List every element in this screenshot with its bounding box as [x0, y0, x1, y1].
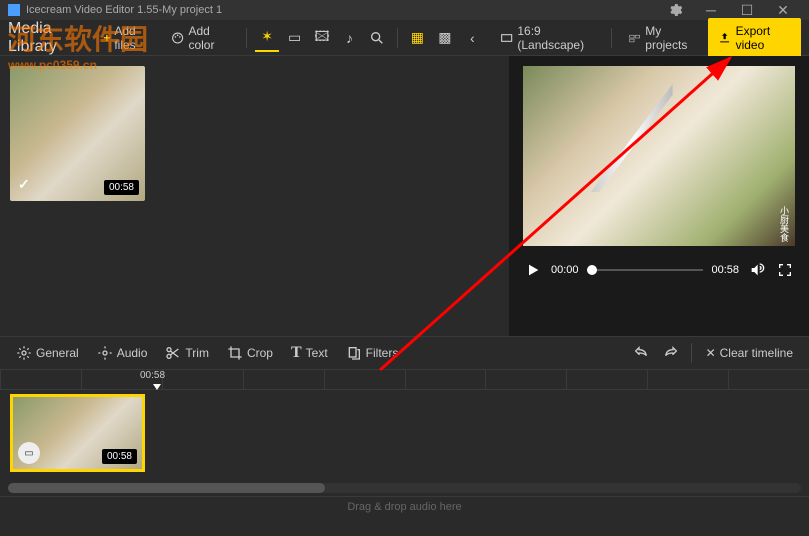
- player-controls: 00:00 00:58: [523, 260, 795, 280]
- text-icon: T: [291, 344, 302, 362]
- top-toolbar: Media Library +Add files Add color ✶ ▭ 🖾…: [0, 20, 809, 56]
- audio-icon: [97, 345, 113, 361]
- close-icon: ✕: [706, 346, 716, 360]
- add-color-button[interactable]: Add color: [163, 20, 238, 56]
- app-icon: [8, 4, 20, 16]
- general-button[interactable]: General: [8, 341, 87, 365]
- app-title: Icecream Video Editor 1.55: [26, 4, 158, 16]
- timeline: 00:58 ▭ 00:58 Drag & drop audio here: [0, 370, 809, 526]
- total-time: 00:58: [711, 264, 739, 276]
- timeline-ruler[interactable]: 00:58: [0, 370, 809, 390]
- library-clip-thumbnail[interactable]: ✓ 00:58: [10, 66, 145, 201]
- filter-video-icon[interactable]: ▭: [283, 24, 306, 52]
- project-name: My project 1: [162, 4, 222, 16]
- main-area: ✓ 00:58 小厨美食 00:00 00:58: [0, 56, 809, 336]
- seek-bar[interactable]: [587, 269, 704, 271]
- filter-favorites-icon[interactable]: ✶: [255, 24, 278, 52]
- redo-button[interactable]: [657, 339, 685, 367]
- audio-track[interactable]: Drag & drop audio here: [0, 496, 809, 526]
- play-button[interactable]: [523, 260, 543, 280]
- current-time: 00:00: [551, 264, 579, 276]
- clip-duration: 00:58: [102, 449, 137, 464]
- clip-type-icon: ▭: [18, 442, 40, 464]
- settings-icon[interactable]: [657, 0, 693, 20]
- clear-timeline-button[interactable]: ✕ Clear timeline: [698, 342, 801, 364]
- scrollbar-handle[interactable]: [8, 483, 325, 493]
- aspect-icon: [500, 30, 513, 46]
- search-icon[interactable]: [365, 24, 388, 52]
- seek-knob[interactable]: [587, 265, 597, 275]
- undo-button[interactable]: [627, 339, 655, 367]
- playhead-marker[interactable]: 00:58: [140, 370, 165, 381]
- view-small-grid-icon[interactable]: ▩: [433, 24, 456, 52]
- aspect-ratio-button[interactable]: 16:9 (Landscape): [492, 20, 603, 56]
- clip-duration-badge: 00:58: [104, 180, 139, 195]
- add-files-button[interactable]: +Add files: [95, 20, 159, 56]
- my-projects-button[interactable]: My projects: [620, 20, 704, 56]
- gear-icon: [16, 345, 32, 361]
- media-library-panel[interactable]: ✓ 00:58: [0, 56, 509, 336]
- audio-button[interactable]: Audio: [89, 341, 156, 365]
- text-button[interactable]: T Text: [283, 340, 336, 366]
- scissors-icon: [165, 345, 181, 361]
- filter-audio-icon[interactable]: ♪: [338, 24, 361, 52]
- preview-content: [591, 84, 673, 192]
- media-library-label: Media Library: [8, 20, 89, 56]
- fullscreen-button[interactable]: [775, 260, 795, 280]
- filters-icon: [346, 345, 362, 361]
- upload-icon: [718, 30, 731, 46]
- volume-button[interactable]: [747, 260, 767, 280]
- preview-panel: 小厨美食 00:00 00:58: [509, 56, 809, 336]
- edit-toolbar: General Audio Trim Crop T Text Filters ✕…: [0, 336, 809, 370]
- palette-icon: [171, 30, 184, 46]
- trim-button[interactable]: Trim: [157, 341, 217, 365]
- titlebar: Icecream Video Editor 1.55 - My project …: [0, 0, 809, 20]
- view-large-grid-icon[interactable]: ▦: [406, 24, 429, 52]
- export-video-button[interactable]: Export video: [708, 18, 801, 58]
- preview-video[interactable]: 小厨美食: [523, 66, 795, 246]
- crop-icon: [227, 345, 243, 361]
- selected-check-icon: ✓: [18, 176, 30, 193]
- projects-icon: [628, 30, 641, 46]
- filter-image-icon[interactable]: 🖾: [310, 24, 333, 52]
- collapse-icon[interactable]: ‹: [461, 24, 484, 52]
- timeline-clip[interactable]: ▭ 00:58: [10, 394, 145, 472]
- video-track[interactable]: ▭ 00:58: [0, 390, 809, 480]
- timeline-scrollbar[interactable]: [8, 483, 801, 493]
- filters-button[interactable]: Filters: [338, 341, 407, 365]
- crop-button[interactable]: Crop: [219, 341, 281, 365]
- preview-watermark: 小厨美食: [778, 206, 791, 242]
